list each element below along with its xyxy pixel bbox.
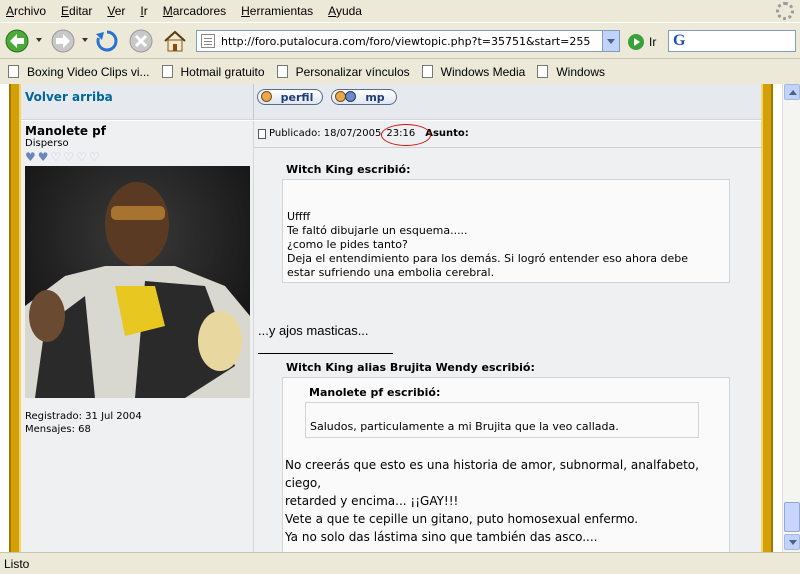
home-icon[interactable] <box>162 28 188 54</box>
go-icon[interactable] <box>628 34 644 50</box>
forward-arrow-icon[interactable] <box>50 28 76 54</box>
bookmark-page-icon <box>8 65 19 78</box>
search-box[interactable]: G <box>668 30 796 52</box>
post-header: Publicado: 18/07/2005 23:16 Asunto: <box>258 124 469 146</box>
status-bar: Listo <box>0 552 800 574</box>
back-history-dropdown[interactable] <box>36 38 42 42</box>
profile-button[interactable]: perfil <box>257 89 323 105</box>
search-engine-icon[interactable]: G <box>673 32 685 50</box>
quote-line: ¿como le pides tanto? <box>287 238 408 251</box>
rank-hearts: ♥ ♥ ♡ ♡ ♡ ♡ <box>25 150 102 164</box>
quote-line: retarded y encima... ¡¡GAY!!! <box>285 494 459 508</box>
author-avatar <box>25 166 250 398</box>
menu-marcadores[interactable]: Marcadores <box>163 4 226 18</box>
bookmark-page-icon <box>161 65 173 78</box>
message-count: Mensajes: 68 <box>25 424 91 435</box>
scroll-up-button[interactable] <box>784 84 800 100</box>
heart-outline-icon: ♡ <box>88 150 100 164</box>
quote-line: estar sufriendo una embolia cerebral. <box>287 266 495 279</box>
author-name[interactable]: Manolete pf <box>25 124 106 138</box>
registration-date: Registrado: 31 Jul 2004 <box>25 411 142 422</box>
user-icon <box>261 91 272 102</box>
nested-quote-author: Manolete pf escribió: <box>309 386 441 399</box>
quote-line: ciego, <box>285 476 322 490</box>
scroll-down-button[interactable] <box>784 534 800 550</box>
post-nav-row: Volver arriba perfil mp <box>21 84 761 120</box>
forum-frame-left <box>9 84 21 552</box>
url-history-dropdown[interactable] <box>602 31 619 51</box>
published-date: Publicado: 18/07/2005 <box>269 128 382 139</box>
subject-label: Asunto: <box>425 128 469 139</box>
vertical-scrollbar[interactable] <box>782 84 800 552</box>
quote-author: Witch King escribió: <box>286 163 411 176</box>
throbber-icon <box>776 2 794 20</box>
go-button[interactable]: Ir <box>649 35 656 49</box>
menu-ir[interactable]: Ir <box>140 4 147 18</box>
bookmark-page-icon <box>537 65 549 78</box>
post-time: 23:16 <box>381 124 432 146</box>
menu-editar[interactable]: Editar <box>61 4 92 18</box>
quote-line: Uffff <box>287 210 311 223</box>
page-icon <box>201 34 215 48</box>
author-rank: Disperso <box>25 138 69 149</box>
quote-box: Manolete pf escribió: Saludos, particula… <box>282 377 730 552</box>
nested-quote-text: Saludos, particulamente a mi Brujita que… <box>310 420 619 433</box>
page-viewport: Volver arriba perfil mp Manolete pf Disp… <box>0 84 782 552</box>
heart-icon: ♥ <box>37 150 49 164</box>
quote-line: Deja el entendimiento para los demás. Si… <box>287 252 688 265</box>
menu-ver[interactable]: Ver <box>107 4 125 18</box>
column-divider <box>253 84 254 120</box>
bookmark-page-icon <box>421 65 433 78</box>
post-content-panel: Publicado: 18/07/2005 23:16 Asunto: cita… <box>253 121 762 552</box>
heart-icon: ♥ <box>25 150 36 164</box>
back-to-top-link[interactable]: Volver arriba <box>25 90 113 104</box>
navigation-toolbar: Ir G <box>0 22 800 58</box>
bookmark-personalizar[interactable]: Personalizar vínculos <box>276 65 410 79</box>
forum-frame-right <box>761 84 773 552</box>
menu-ayuda[interactable]: Ayuda <box>328 4 362 18</box>
private-message-button[interactable]: mp <box>331 89 397 105</box>
quote-line: Ya no solo das lástima sino que también … <box>285 530 598 544</box>
reply-text: ...y ajos masticas... <box>258 323 369 338</box>
quote-line: Vete a que te cepille un gitano, puto ho… <box>285 512 639 526</box>
bookmark-page-icon <box>276 65 288 78</box>
stop-icon[interactable] <box>128 28 154 54</box>
menu-archivo[interactable]: Archivo <box>6 4 46 18</box>
forward-history-dropdown[interactable] <box>82 38 88 42</box>
bookmark-hotmail[interactable]: Hotmail gratuito <box>161 65 265 79</box>
scroll-thumb[interactable] <box>784 502 800 532</box>
reload-icon[interactable] <box>94 28 120 54</box>
quote-body: No creerás que esto es una historia de a… <box>285 456 699 546</box>
heart-outline-icon: ♡ <box>63 150 75 164</box>
url-input[interactable] <box>221 34 601 48</box>
user-icon <box>345 91 356 102</box>
heart-outline-icon: ♡ <box>76 150 87 164</box>
signature-divider <box>258 353 393 354</box>
nested-quote-box: Saludos, particulamente a mi Brujita que… <box>305 402 699 438</box>
bookmark-windows-media[interactable]: Windows Media <box>421 65 525 79</box>
post-header-divider <box>254 147 762 148</box>
heart-outline-icon: ♡ <box>50 150 62 164</box>
quote-author: Witch King alias Brujita Wendy escribió: <box>286 361 535 374</box>
author-panel: Manolete pf Disperso ♥ ♥ ♡ ♡ ♡ ♡ Registr… <box>21 121 253 552</box>
quote-line: Te faltó dibujarle un esquema..... <box>287 224 468 237</box>
status-text: Listo <box>4 557 30 571</box>
post-icon <box>258 128 266 139</box>
back-arrow-icon[interactable] <box>4 28 30 54</box>
quote-box: Uffff Te faltó dibujarle un esquema.....… <box>282 179 730 283</box>
bookmark-boxing[interactable]: Boxing Video Clips vi... <box>8 65 150 79</box>
page-margin-right <box>773 84 782 552</box>
menu-herramientas[interactable]: Herramientas <box>241 4 313 18</box>
quote-line: No creerás que esto es una historia de a… <box>285 458 699 472</box>
bookmark-windows[interactable]: Windows <box>537 65 605 79</box>
address-bar <box>196 30 620 52</box>
bookmarks-toolbar: Boxing Video Clips vi... Hotmail gratuit… <box>0 58 800 84</box>
page-margin-left <box>0 84 9 552</box>
menu-bar: Archivo Editar Ver Ir Marcadores Herrami… <box>0 0 800 22</box>
